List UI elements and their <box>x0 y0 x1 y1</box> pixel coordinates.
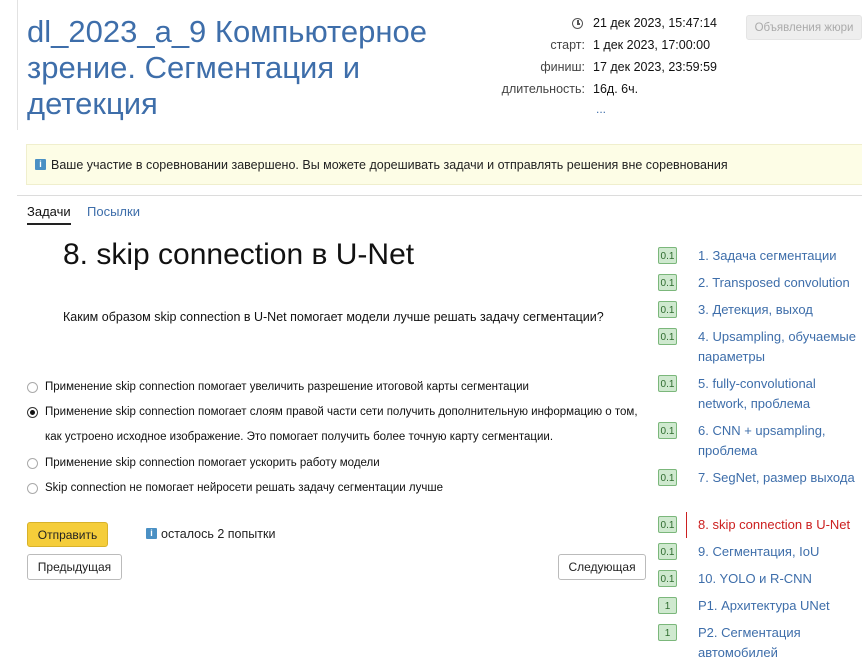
left-border <box>17 0 18 130</box>
problem-link[interactable]: 4. Upsampling, обучаемые параметры <box>698 327 862 367</box>
answer-option-4[interactable]: Skip connection не помогает нейросети ре… <box>27 476 647 501</box>
tab-submissions[interactable]: Посылки <box>87 204 140 219</box>
radio-button-selected[interactable] <box>27 407 38 418</box>
attempts-remaining: i осталось 2 попытки <box>146 527 275 541</box>
start-value: 1 дек 2023, 17:00:00 <box>593 38 711 52</box>
problem-question: Каким образом skip connection в U-Net по… <box>63 310 604 324</box>
answer-option-3[interactable]: Применение skip connection помогает уско… <box>27 451 647 476</box>
start-label: старт: <box>550 38 585 52</box>
problem-link[interactable]: 9. Сегментация, IoU <box>698 542 862 562</box>
radio-button[interactable] <box>27 458 38 469</box>
score-badge: 0.1 <box>658 422 677 439</box>
active-indicator <box>686 512 687 538</box>
problem-link[interactable]: 7. SegNet, размер выхода <box>698 468 862 488</box>
tab-tasks[interactable]: Задачи <box>27 204 71 225</box>
finish-row: финиш: 17 дек 2023, 23:59:59 <box>480 60 740 78</box>
info-icon: i <box>146 528 157 539</box>
problem-link[interactable]: 3. Детекция, выход <box>698 300 862 320</box>
score-badge: 0.1 <box>658 516 677 533</box>
radio-button[interactable] <box>27 382 38 393</box>
finish-label: финиш: <box>540 60 585 74</box>
answer-option-text: Применение skip connection помогает увел… <box>45 381 529 393</box>
problem-link[interactable]: 2. Transposed convolution <box>698 273 862 293</box>
score-badge: 0.1 <box>658 570 677 587</box>
score-badge: 1 <box>658 624 677 641</box>
jury-announcements-button[interactable]: Объявления жюри <box>746 15 862 40</box>
score-badge: 0.1 <box>658 301 677 318</box>
answer-option-text: Skip connection не помогает нейросети ре… <box>45 482 443 494</box>
answer-option-text: Применение skip connection помогает слоя… <box>45 406 638 443</box>
divider <box>17 195 862 196</box>
info-icon: i <box>35 159 46 170</box>
score-badge: 0.1 <box>658 247 677 264</box>
problem-link[interactable]: 6. CNN + upsampling, проблема <box>698 421 862 461</box>
score-badge: 1 <box>658 597 677 614</box>
current-time-row: 21 дек 2023, 15:47:14 <box>480 16 740 34</box>
score-badge: 0.1 <box>658 328 677 345</box>
duration-row: длительность: 16д. 6ч. <box>480 82 740 100</box>
score-badge: 0.1 <box>658 375 677 392</box>
current-time: 21 дек 2023, 15:47:14 <box>593 16 717 30</box>
answer-option-2[interactable]: Применение skip connection помогает слоя… <box>27 400 647 450</box>
problem-link[interactable]: P1. Архитектура UNet <box>698 596 862 616</box>
problem-title: 8. skip connection в U-Net <box>63 238 415 271</box>
clock-icon <box>572 18 583 29</box>
finish-value: 17 дек 2023, 23:59:59 <box>593 60 717 74</box>
duration-label: длительность: <box>501 82 585 96</box>
submit-button[interactable]: Отправить <box>27 522 108 547</box>
problem-link[interactable]: 5. fully-convolutional network, проблема <box>698 374 862 414</box>
score-badge: 0.1 <box>658 274 677 291</box>
score-badge: 0.1 <box>658 543 677 560</box>
answer-option-1[interactable]: Применение skip connection помогает увел… <box>27 375 647 400</box>
contest-title: dl_2023_a_9 Компьютерное зрение. Сегмент… <box>27 14 427 121</box>
answer-option-text: Применение skip connection помогает уско… <box>45 457 380 469</box>
participation-notice: i Ваше участие в соревновании завершено.… <box>26 144 862 185</box>
problem-link[interactable]: 10. YOLO и R-CNN <box>698 569 862 589</box>
problem-link[interactable]: 1. Задача сегментации <box>698 246 862 266</box>
start-row: старт: 1 дек 2023, 17:00:00 <box>480 38 740 56</box>
previous-button[interactable]: Предыдущая <box>27 554 122 580</box>
radio-button[interactable] <box>27 483 38 494</box>
duration-value: 16д. 6ч. <box>593 82 639 96</box>
problem-link[interactable]: P2. Сегментация автомобилей <box>698 623 862 663</box>
score-badge: 0.1 <box>658 469 677 486</box>
next-button[interactable]: Следующая <box>558 554 646 580</box>
problem-link[interactable]: 8. skip connection в U-Net <box>698 515 862 535</box>
more-link[interactable]: ... <box>596 102 606 116</box>
notice-text: Ваше участие в соревновании завершено. В… <box>51 158 728 172</box>
attempts-text: осталось 2 попытки <box>161 527 276 541</box>
